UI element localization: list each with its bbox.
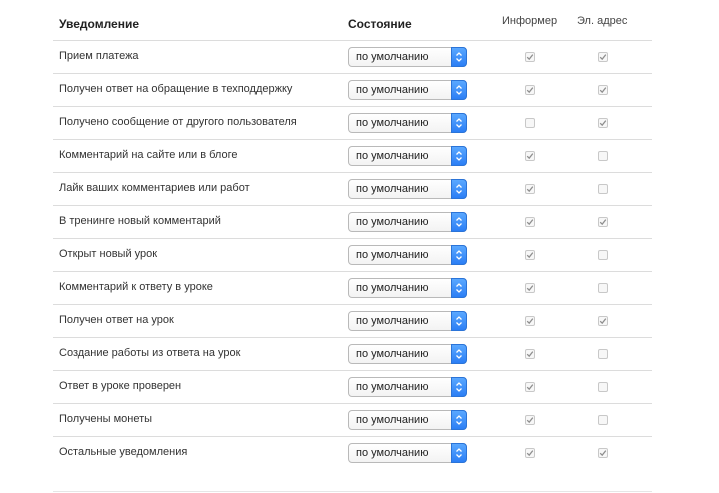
table-row: Ответ в уроке проверен по умолчанию [53, 370, 652, 403]
table-row: Открыт новый урок по умолчанию [53, 238, 652, 271]
notification-label: Ответ в уроке проверен [59, 380, 182, 392]
notification-label: Остальные уведомления [59, 446, 188, 458]
notification-label: Комментарий к ответу в уроке [59, 281, 213, 293]
state-select-value: по умолчанию [356, 348, 429, 360]
state-select-value: по умолчанию [356, 216, 429, 228]
state-select-value: по умолчанию [356, 51, 429, 63]
informer-checkbox[interactable] [525, 415, 535, 425]
state-select[interactable]: по умолчанию [348, 344, 467, 364]
email-checkbox[interactable] [598, 151, 608, 161]
email-checkbox[interactable] [598, 349, 608, 359]
select-arrows-icon [451, 245, 467, 265]
state-select-value: по умолчанию [356, 249, 429, 261]
select-arrows-icon [451, 443, 467, 463]
select-arrows-icon [451, 278, 467, 298]
state-select-value: по умолчанию [356, 117, 429, 129]
email-checkbox[interactable] [598, 316, 608, 326]
table-row: Получен ответ на обращение в техподдержк… [53, 73, 652, 106]
email-checkbox[interactable] [598, 85, 608, 95]
state-select[interactable]: по умолчанию [348, 278, 467, 298]
table-row: В тренинге новый комментарий по умолчанию [53, 205, 652, 238]
informer-checkbox[interactable] [525, 382, 535, 392]
select-arrows-icon [451, 410, 467, 430]
table-row: Прием платежа по умолчанию [53, 40, 652, 73]
state-select[interactable]: по умолчанию [348, 245, 467, 265]
table-row: Получены монеты по умолчанию [53, 403, 652, 436]
email-checkbox[interactable] [598, 250, 608, 260]
select-arrows-icon [451, 113, 467, 133]
state-select[interactable]: по умолчанию [348, 443, 467, 463]
email-checkbox[interactable] [598, 448, 608, 458]
state-select[interactable]: по умолчанию [348, 113, 467, 133]
table-row: Лайк ваших комментариев или работ по умол… [53, 172, 652, 205]
header-informer: Информер [502, 15, 558, 27]
select-arrows-icon [451, 80, 467, 100]
table-row: Комментарий на сайте или в блоге по умолч… [53, 139, 652, 172]
email-checkbox[interactable] [598, 382, 608, 392]
state-select-value: по умолчанию [356, 381, 429, 393]
state-select-value: по умолчанию [356, 414, 429, 426]
table-row: Комментарий к ответу в уроке по умолчанию [53, 271, 652, 304]
state-select[interactable]: по умолчанию [348, 212, 467, 232]
state-select-value: по умолчанию [356, 183, 429, 195]
state-select[interactable]: по умолчанию [348, 47, 467, 67]
select-arrows-icon [451, 146, 467, 166]
notification-label: Лайк ваших комментариев или работ [59, 182, 250, 194]
header-email: Эл. адрес [577, 15, 628, 27]
informer-checkbox[interactable] [525, 184, 535, 194]
informer-checkbox[interactable] [525, 52, 535, 62]
informer-checkbox[interactable] [525, 217, 535, 227]
state-select-value: по умолчанию [356, 315, 429, 327]
select-arrows-icon [451, 179, 467, 199]
email-checkbox[interactable] [598, 52, 608, 62]
table-header: Уведомление Состояние Информер Эл. адрес [0, 0, 719, 40]
select-arrows-icon [451, 47, 467, 67]
informer-checkbox[interactable] [525, 118, 535, 128]
select-arrows-icon [451, 311, 467, 331]
notification-label: Открыт новый урок [59, 248, 158, 260]
header-notification: Уведомление [59, 17, 140, 31]
table-row: Остальные уведомления по умолчанию [53, 436, 652, 469]
informer-checkbox[interactable] [525, 316, 535, 326]
email-checkbox[interactable] [598, 217, 608, 227]
notification-label: Получено сообщение от другого пользовате… [59, 116, 297, 128]
state-select[interactable]: по умолчанию [348, 377, 467, 397]
state-select[interactable]: по умолчанию [348, 410, 467, 430]
informer-checkbox[interactable] [525, 283, 535, 293]
notification-label: Создание работы из ответа на урок [59, 347, 241, 359]
table-row: Получено сообщение от другого пользовате… [53, 106, 652, 139]
notification-label: В тренинге новый комментарий [59, 215, 221, 227]
email-checkbox[interactable] [598, 118, 608, 128]
notification-label: Прием платежа [59, 50, 139, 62]
state-select-value: по умолчанию [356, 150, 429, 162]
table-row: Создание работы из ответа на урок по умол… [53, 337, 652, 370]
select-arrows-icon [451, 377, 467, 397]
select-arrows-icon [451, 344, 467, 364]
table-row: Получен ответ на урок по умолчанию [53, 304, 652, 337]
state-select[interactable]: по умолчанию [348, 311, 467, 331]
state-select-value: по умолчанию [356, 282, 429, 294]
informer-checkbox[interactable] [525, 151, 535, 161]
state-select[interactable]: по умолчанию [348, 179, 467, 199]
informer-checkbox[interactable] [525, 85, 535, 95]
notification-settings-table: Прием платежа по умолчанию Получен ответ н… [53, 40, 652, 469]
email-checkbox[interactable] [598, 283, 608, 293]
state-select[interactable]: по умолчанию [348, 146, 467, 166]
informer-checkbox[interactable] [525, 448, 535, 458]
notification-label: Получены монеты [59, 413, 153, 425]
state-select[interactable]: по умолчанию [348, 80, 467, 100]
select-arrows-icon [451, 212, 467, 232]
informer-checkbox[interactable] [525, 349, 535, 359]
table-bottom-divider [53, 491, 652, 492]
notification-label: Комментарий на сайте или в блоге [59, 149, 238, 161]
email-checkbox[interactable] [598, 184, 608, 194]
header-state: Состояние [348, 17, 412, 31]
state-select-value: по умолчанию [356, 84, 429, 96]
notification-label: Получен ответ на обращение в техподдержк… [59, 83, 293, 95]
notification-label: Получен ответ на урок [59, 314, 174, 326]
informer-checkbox[interactable] [525, 250, 535, 260]
email-checkbox[interactable] [598, 415, 608, 425]
state-select-value: по умолчанию [356, 447, 429, 459]
